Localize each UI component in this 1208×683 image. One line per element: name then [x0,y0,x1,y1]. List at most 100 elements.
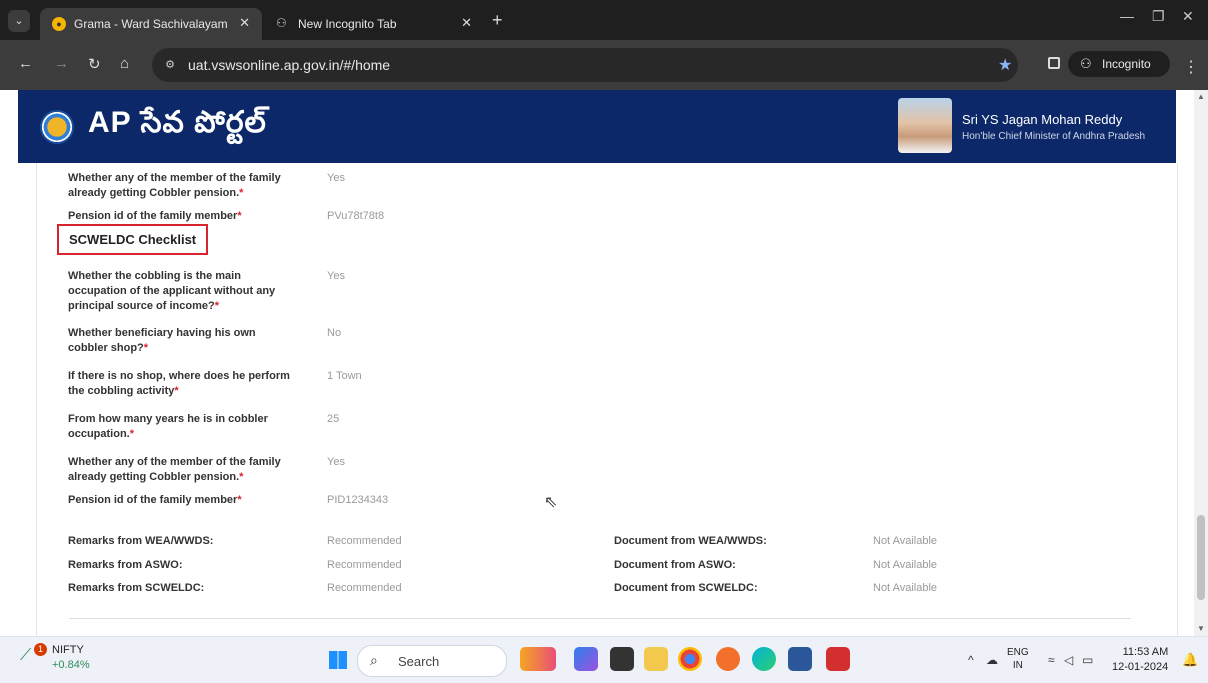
close-tab-icon[interactable]: ✕ [239,15,250,31]
field-value: Yes [327,270,345,282]
lang-region: IN [1012,660,1023,671]
notification-bell-icon[interactable]: 🔔 [1182,652,1198,668]
incognito-label: Incognito [1102,57,1151,71]
field-value: No [327,327,342,339]
wifi-icon[interactable]: ≈ [1048,653,1055,667]
language-indicator[interactable]: ENG IN [1007,646,1029,672]
notification-badge: 1 [34,643,47,656]
document-value: Not Available [873,535,938,547]
page-scrollbar[interactable]: ▲ ▼ [1194,90,1208,636]
word-icon[interactable] [788,647,812,671]
field-value: 1 Town [327,370,362,382]
remarks-label: Remarks from SCWELDC: [68,582,205,594]
acrobat-icon[interactable] [826,647,850,671]
app-icon[interactable] [574,647,598,671]
scroll-up-icon[interactable]: ▲ [1197,92,1205,101]
new-tab-icon[interactable]: + [492,10,503,31]
bookmark-star-icon[interactable]: ★ [998,55,1012,75]
back-icon[interactable]: ← [18,55,33,72]
field-value: Yes [327,172,345,184]
site-favicon-icon: ● [52,17,66,31]
remarks-value: Recommended [327,535,402,547]
field-label: Pension id of the family member* [68,210,242,222]
document-label: Document from SCWELDC: [614,582,758,594]
tab-title: Grama - Ward Sachivalayam [74,17,228,31]
remarks-value: Recommended [327,559,402,571]
section-title-scweldc-checklist: SCWELDC Checklist [57,224,209,255]
side-panel-icon[interactable] [1048,57,1060,69]
document-value: Not Available [873,559,938,571]
browser-menu-icon[interactable]: ⋮ [1183,57,1199,77]
chevron-up-icon[interactable]: ^ [968,653,974,667]
browser-toolbar: ← → ↻ ⌂ ⚙ uat.vswsonline.ap.gov.in/#/hom… [0,40,1208,90]
reload-icon[interactable]: ↻ [88,55,101,73]
windows-start-icon[interactable] [329,651,347,669]
site-info-icon[interactable]: ⚙ [162,57,178,73]
nifty-name[interactable]: NIFTY [52,644,84,656]
search-icon: ⌕ [370,652,378,668]
document-label: Document from WEA/WWDS: [614,535,767,547]
taskbar-search[interactable]: ⌕ Search [357,645,507,677]
task-view-icon[interactable] [610,647,634,671]
address-bar[interactable]: ⚙ uat.vswsonline.ap.gov.in/#/home [152,48,1018,82]
field-label: Whether the cobbling is the main occupat… [68,270,276,312]
field-value: Yes [327,456,345,468]
minimize-icon[interactable]: — [1120,8,1134,24]
tab-strip: ⌄ ● Grama - Ward Sachivalayam ✕ ⚇ New In… [0,0,1208,40]
lang-code: ENG [1007,647,1029,658]
field-value: PVu78t78t8 [327,210,385,222]
scroll-down-icon[interactable]: ▼ [1197,624,1205,633]
nifty-change: +0.84% [52,659,90,671]
remarks-label: Remarks from ASWO: [68,559,183,571]
forward-icon[interactable]: → [54,55,69,72]
brave-icon[interactable] [716,647,740,671]
ap-emblem-logo [40,110,74,144]
cm-photo [898,98,952,153]
edge-icon[interactable] [752,647,776,671]
close-tab-icon[interactable]: ✕ [461,15,472,31]
field-label: Whether any of the member of the family … [68,456,281,483]
window-close-icon[interactable]: ✕ [1182,8,1194,25]
mouse-cursor-icon: ⇖ [544,494,558,511]
restore-icon[interactable]: ❐ [1152,8,1165,25]
field-label: Whether any of the member of the family … [68,172,281,199]
field-label: If there is no shop, where does he perfo… [68,370,290,397]
divider [69,618,1131,619]
document-value: Not Available [873,582,938,594]
home-icon[interactable]: ⌂ [120,55,129,72]
cm-role: Hon'ble Chief Minister of Andhra Pradesh [962,131,1146,142]
tab-title: New Incognito Tab [298,17,397,31]
onedrive-icon[interactable]: ☁ [986,653,998,667]
clock-time: 11:53 AM [1122,646,1169,658]
field-label: From how many years he is in cobbler occ… [68,413,268,440]
clock-date: 12-01-2024 [1112,661,1169,673]
cm-name: Sri YS Jagan Mohan Reddy [962,112,1123,127]
chrome-icon[interactable] [678,647,702,671]
scroll-thumb[interactable] [1197,515,1205,600]
incognito-button[interactable]: ⚇ Incognito [1068,51,1170,77]
url-text: uat.vswsonline.ap.gov.in/#/home [188,57,391,73]
field-label: Whether beneficiary having his own cobbl… [68,327,256,354]
document-label: Document from ASWO: [614,559,736,571]
portal-header: AP సేవ పోర్టల్ Sri YS Jagan Mohan Reddy … [18,90,1176,163]
field-value: PID1234343 [327,494,389,506]
remarks-label: Remarks from WEA/WWDS: [68,535,214,547]
copilot-icon[interactable] [520,647,556,671]
search-label: Search [398,654,440,669]
incognito-icon: ⚇ [276,16,287,30]
field-label: Pension id of the family member* [68,494,242,506]
remarks-value: Recommended [327,582,402,594]
volume-icon[interactable]: ◁ [1064,653,1073,667]
battery-icon[interactable]: ▭ [1082,653,1093,667]
tab-search-icon[interactable]: ⌄ [8,10,30,32]
field-value: 25 [327,413,340,425]
stock-chart-icon[interactable]: ⟋ [20,647,31,665]
application-details: Whether any of the member of the family … [36,163,1178,636]
page-viewport: AP సేవ పోర్టల్ Sri YS Jagan Mohan Reddy … [0,90,1194,636]
portal-brand: AP సేవ పోర్టల్ [88,106,267,139]
clock[interactable]: 11:53 AM 12-01-2024 [1112,645,1168,675]
tab-new-incognito[interactable]: ⚇ New Incognito Tab ✕ [264,8,484,40]
incognito-icon: ⚇ [1080,56,1092,71]
file-explorer-icon[interactable] [644,647,668,671]
tab-grama-ward[interactable]: ● Grama - Ward Sachivalayam ✕ [40,8,262,40]
